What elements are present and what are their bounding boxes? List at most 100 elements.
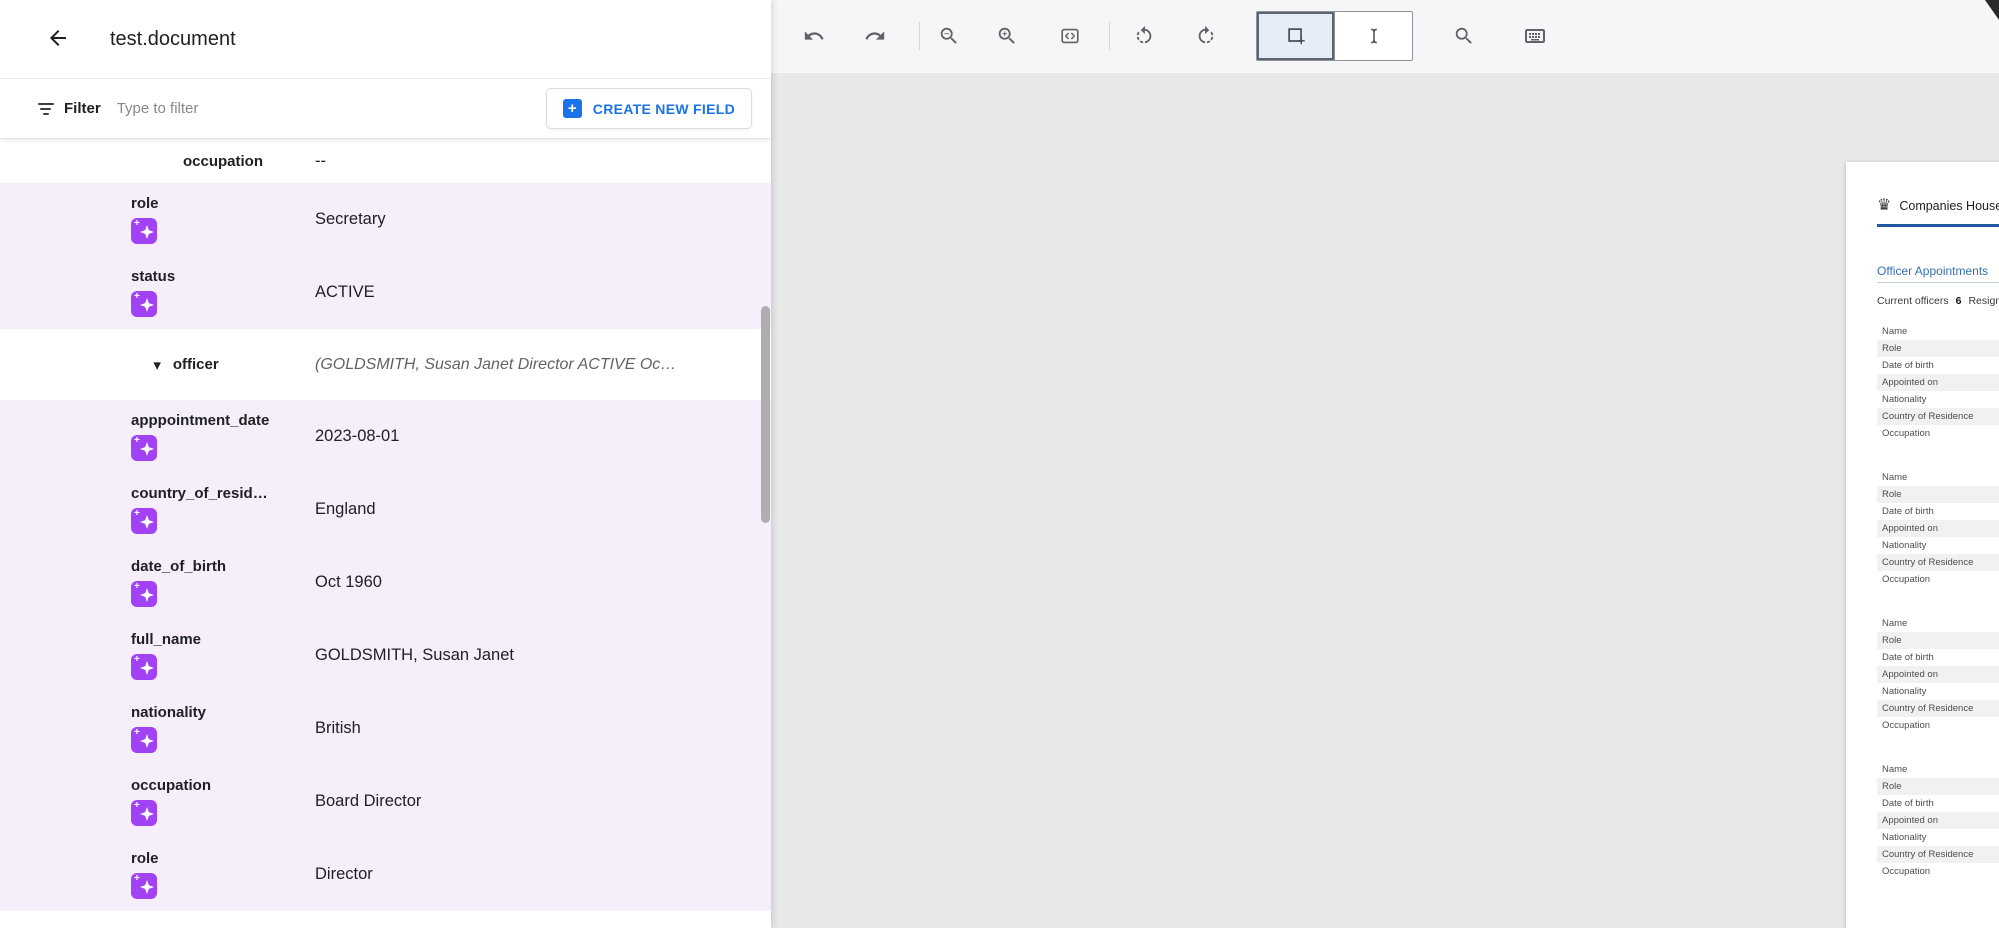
field-left: full_name + — [131, 631, 315, 680]
toolbar-divider — [1109, 22, 1110, 50]
undo-button[interactable] — [792, 14, 836, 58]
field-value: 2023-08-01 — [315, 427, 399, 446]
doc-field-label: Nationality — [1882, 394, 1926, 405]
current-officers-count: 6 — [1956, 295, 1962, 307]
ai-sparkle-icon[interactable]: + — [131, 435, 157, 461]
doc-field-row: OccupationChief Operating Officer — [1877, 863, 1999, 880]
officer-summary: Current officers 6 Resignations 8 — [1877, 295, 1999, 307]
search-button[interactable] — [1442, 14, 1486, 58]
document-canvas[interactable]: ♛ Companies House Officer Appointments C… — [771, 73, 1999, 928]
field-value: -- — [315, 152, 326, 171]
field-left: nationality + — [131, 704, 315, 753]
field-value: England — [315, 500, 376, 519]
sparkle-star-shape — [140, 661, 154, 675]
doc-field-row: NameHANOVER SECRETARIES LIMITED — [1877, 323, 1999, 340]
doc-field-row: NameHARRISON, David John — [1877, 469, 1999, 486]
field-label: nationality — [131, 704, 315, 721]
doc-field-row: NameJENNINGS, Timothy Michael — [1877, 761, 1999, 778]
doc-field-label: Role — [1882, 343, 1902, 354]
arrow-back-icon — [46, 26, 70, 53]
field-label: occupation — [131, 777, 315, 794]
zoom-out-button[interactable] — [927, 14, 971, 58]
doc-field-row: Date of birthOctober 1960 — [1877, 649, 1999, 666]
doc-field-label: Name — [1882, 618, 1907, 629]
text-select-tool-button[interactable] — [1334, 12, 1412, 60]
sparkle-star-shape — [140, 298, 154, 312]
doc-field-label: Nationality — [1882, 540, 1926, 551]
filter-bar: Filter + CREATE NEW FIELD — [0, 79, 771, 139]
field-row[interactable]: full_name+GOLDSMITH, Susan Janet — [0, 619, 771, 692]
redo-button[interactable] — [853, 14, 897, 58]
ai-sparkle-icon[interactable]: + — [131, 581, 157, 607]
document-brand-row: ♛ Companies House — [1877, 198, 1999, 214]
rotate-left-button[interactable] — [1122, 14, 1166, 58]
field-row[interactable]: date_of_birth+Oct 1960 — [0, 546, 771, 619]
doc-field-row: Date of birthJuly 1975 — [1877, 795, 1999, 812]
annotation-tool-group — [1256, 11, 1413, 61]
doc-field-label: Appointed on — [1882, 815, 1938, 826]
doc-field-row: Appointed on1 August 2023 — [1877, 666, 1999, 683]
field-label: status — [131, 268, 315, 285]
sparkle-plus-glyph: + — [134, 508, 140, 519]
field-row[interactable]: status + ACTIVE — [0, 256, 771, 329]
crop-annotation-tool-button[interactable] — [1257, 12, 1334, 60]
expander-chevron-icon[interactable]: ▾ — [153, 356, 161, 374]
create-new-field-button[interactable]: + CREATE NEW FIELD — [546, 88, 752, 129]
create-new-field-label: CREATE NEW FIELD — [593, 101, 735, 117]
doc-field-row: Nationality- — [1877, 391, 1999, 408]
field-row[interactable]: nationality+British — [0, 692, 771, 765]
doc-field-label: Date of birth — [1882, 652, 1934, 663]
ai-sparkle-icon[interactable]: + — [131, 873, 157, 899]
field-value: Secretary — [315, 210, 386, 229]
document-brand-name: Companies House — [1899, 199, 1999, 213]
ai-sparkle-icon[interactable]: + — [131, 218, 157, 244]
sparkle-plus-glyph: + — [134, 873, 140, 884]
royal-crest-icon: ♛ — [1877, 198, 1891, 214]
field-value: ACTIVE — [315, 283, 375, 302]
field-label: full_name — [131, 631, 315, 648]
toolbar-divider — [919, 22, 920, 50]
officer-block: NameHARRISON, David JohnRoleACTIVEDirect… — [1877, 469, 1999, 588]
ai-sparkle-icon[interactable]: + — [131, 800, 157, 826]
field-left: occupation — [131, 153, 315, 170]
ai-sparkle-icon[interactable]: + — [131, 291, 157, 317]
rotate-right-icon — [1195, 25, 1217, 47]
panel-header: test.document — [0, 0, 771, 79]
filter-input[interactable] — [117, 100, 546, 117]
field-row[interactable]: role+Secretary — [0, 183, 771, 256]
brand-rule — [1877, 224, 1999, 227]
corner-avatar-fragment — [1985, 0, 1999, 20]
ai-sparkle-icon[interactable]: + — [131, 654, 157, 680]
field-label: date_of_birth — [131, 558, 315, 575]
search-icon — [1453, 25, 1475, 47]
code-view-button[interactable] — [1048, 14, 1092, 58]
doc-field-label: Role — [1882, 489, 1902, 500]
sparkle-plus-glyph: + — [134, 218, 140, 229]
doc-field-label: Role — [1882, 781, 1902, 792]
resignations-label: Resignations — [1968, 295, 1999, 307]
field-row[interactable]: role+Director — [0, 838, 771, 911]
sparkle-plus-glyph: + — [134, 727, 140, 738]
field-row[interactable]: country_of_resid…+England — [0, 473, 771, 546]
ai-sparkle-icon[interactable]: + — [131, 727, 157, 753]
field-row[interactable]: apppointment_date+2023-08-01 — [0, 400, 771, 473]
doc-field-row: RoleACTIVEDirector — [1877, 486, 1999, 503]
rotate-right-button[interactable] — [1184, 14, 1228, 58]
doc-field-label: Appointed on — [1882, 377, 1938, 388]
keyboard-shortcuts-button[interactable] — [1513, 14, 1557, 58]
document-section-title: Officer Appointments — [1877, 264, 1988, 278]
field-row[interactable]: occupation+Board Director — [0, 765, 771, 838]
doc-field-label: Country of Residence — [1882, 411, 1973, 422]
doc-field-row: RoleACTIVEDirector — [1877, 778, 1999, 795]
doc-field-row: Country of ResidenceEngland — [1877, 700, 1999, 717]
document-page[interactable]: ♛ Companies House Officer Appointments C… — [1846, 162, 1999, 928]
field-row[interactable]: occupation-- — [0, 139, 771, 183]
field-row[interactable]: ▾officer(GOLDSMITH, Susan Janet Director… — [0, 329, 771, 400]
document-officers: NameHANOVER SECRETARIES LIMITED RoleACTIV… — [1877, 323, 1999, 907]
back-button[interactable] — [38, 19, 78, 59]
doc-field-row: NameGOLDSMITH, Susan Janet — [1877, 615, 1999, 632]
zoom-in-button[interactable] — [985, 14, 1029, 58]
fields-scrollbar[interactable] — [761, 306, 770, 523]
ai-sparkle-icon[interactable]: + — [131, 508, 157, 534]
doc-field-row: Appointed on1 August 2023 — [1877, 812, 1999, 829]
